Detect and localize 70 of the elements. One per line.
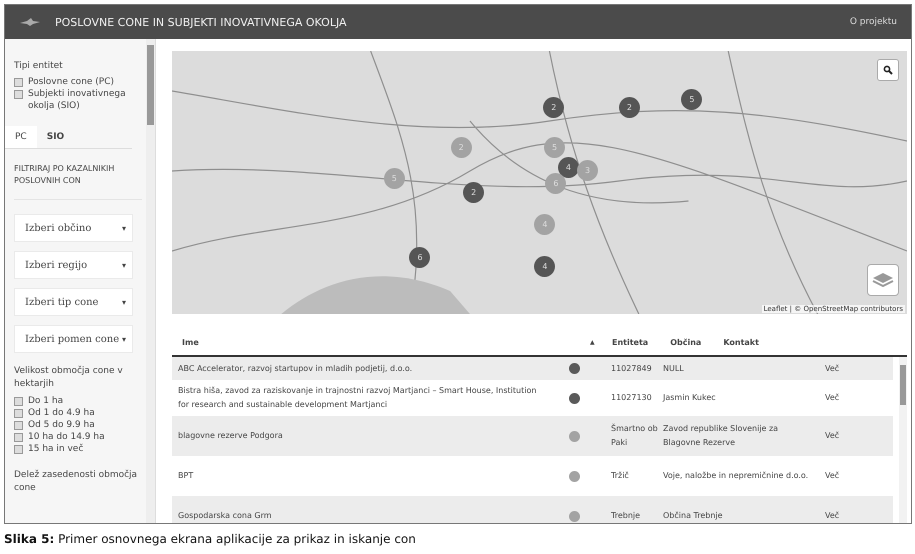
checkbox[interactable]	[14, 409, 23, 418]
more-link[interactable]: Več	[825, 362, 840, 376]
dropdown[interactable]: Izberi pomen cone ▾	[14, 325, 133, 353]
dropdown[interactable]: Izberi tip cone ▾	[14, 288, 133, 316]
table-cell-text: Bistra hiša, zavod za raziskovanje in trajnostni razvoj Martjanci – Smart House, Institution for research and sustainable development Martjanci	[178, 385, 538, 411]
table-row[interactable]: Gospodarska cona Grm Trebnje Občina Trebnje Več	[172, 496, 893, 523]
logo-icon	[19, 17, 41, 27]
app-title: POSLOVNE CONE IN SUBJEKTI INOVATIVNEGA OKOLJA	[55, 16, 347, 28]
scrollbar[interactable]	[899, 357, 907, 523]
checkbox[interactable]	[14, 445, 23, 454]
table-row[interactable]: ABC Accelerator, razvoj startupov in mladih podjetij, d.o.o. 11027849 NULL Več	[172, 357, 893, 380]
cluster-marker[interactable]: 6	[409, 246, 430, 268]
more-link[interactable]: Več	[825, 429, 840, 443]
more-link[interactable]: Več	[825, 469, 840, 483]
checkbox-label: Do 1 ha	[28, 395, 64, 407]
checkbox-label: Poslovne cone (PC)	[28, 76, 114, 88]
figure-caption: Slika 5: Primer osnovnega ekrana aplikacije za prikaz in iskanje con	[3, 531, 417, 546]
search-icon	[883, 65, 893, 75]
dropdown[interactable]: Izberi občino ▾	[14, 214, 133, 242]
column-header[interactable]: Kontakt	[723, 338, 759, 346]
more-link[interactable]: Več	[825, 509, 840, 523]
column-header[interactable]: Entiteta	[612, 338, 648, 346]
table-cell-text: Tržič	[611, 470, 630, 482]
table-row[interactable]: BPT Tržič Voje, naložbe in nepremičnine d.o.o. Več	[172, 456, 893, 496]
about-link[interactable]: O projektu	[850, 17, 897, 27]
table-cell-text: BPT	[178, 470, 194, 482]
table-row[interactable]: Bistra hiša, zavod za raziskovanje in trajnostni razvoj Martjanci – Smart House, Institution for research and sustainable development Martjanci 11027130 Jasmin Kukec Več	[172, 380, 893, 416]
column-header[interactable]: Občina	[670, 338, 702, 346]
checkbox-label: Od 1 do 4.9 ha	[28, 407, 95, 419]
table-cell-text: blagovne rezerve Podgora	[178, 430, 284, 442]
cluster-marker[interactable]: 5	[681, 89, 702, 110]
filter-heading: FILTRIRAJ PO KAZALNIKIH POSLOVNIH CON	[14, 163, 142, 200]
table-cell-text: Jasmin Kukec	[663, 392, 717, 404]
dropdown[interactable]: Izberi regijo ▾	[14, 251, 133, 279]
section-heading: Delež zasedenosti območja cone	[14, 469, 138, 495]
tab[interactable]: SIO	[36, 126, 74, 148]
search-button[interactable]	[877, 59, 899, 81]
table-row[interactable]: blagovne rezerve Podgora Šmartno ob Paki Zavod republike Slovenije za Blagovne Rezerve Več	[172, 416, 893, 456]
table-cell-text: 11027849	[611, 362, 653, 374]
table-cell-text: 11027130	[611, 392, 653, 404]
checkbox-label: 10 ha do 14.9 ha	[28, 431, 105, 443]
layers-button[interactable]	[867, 264, 899, 296]
checkbox[interactable]	[14, 78, 23, 87]
checkbox[interactable]	[14, 90, 23, 99]
more-link[interactable]: Več	[825, 391, 840, 405]
table-cell-text: ABC Accelerator, razvoj startupov in mladih podjetij, d.o.o.	[178, 362, 414, 375]
table-cell-text: Voje, naložbe in nepremičnine d.o.o.	[663, 470, 810, 482]
table-cell-text: Občina Trebnje	[663, 510, 724, 522]
cluster-marker[interactable]: 2	[543, 96, 564, 118]
cluster-marker[interactable]: 2	[618, 96, 640, 118]
scrollbar[interactable]	[146, 39, 155, 523]
table-cell-text: NULL	[663, 362, 685, 374]
layers-icon	[872, 271, 894, 289]
checkbox-label: 15 ha in več	[28, 443, 84, 455]
section-heading: Tipi entitet	[14, 61, 64, 71]
checkbox[interactable]	[14, 421, 23, 430]
checkbox[interactable]	[14, 433, 23, 442]
cluster-marker[interactable]: 4	[534, 256, 556, 277]
tab[interactable]: PC	[5, 126, 37, 148]
checkbox-label: Od 5 do 9.9 ha	[28, 419, 95, 431]
column-header[interactable]: Ime	[182, 338, 590, 346]
cluster-marker[interactable]: 2	[463, 182, 484, 204]
table-cell-text: Šmartno ob Paki	[611, 422, 659, 449]
table-cell-text: Gospodarska cona Grm	[178, 510, 273, 522]
checkbox-label: Subjekti inovativnega okolja (SIO)	[28, 88, 127, 112]
cluster-marker[interactable]: 4	[558, 156, 579, 178]
checkbox[interactable]	[14, 397, 23, 406]
table-cell-text: Zavod republike Slovenije za Blagovne Rezerve	[663, 423, 780, 449]
section-heading: Velikost območja cone v hektarjih	[14, 365, 124, 391]
table-cell-text: Trebnje	[611, 510, 642, 522]
